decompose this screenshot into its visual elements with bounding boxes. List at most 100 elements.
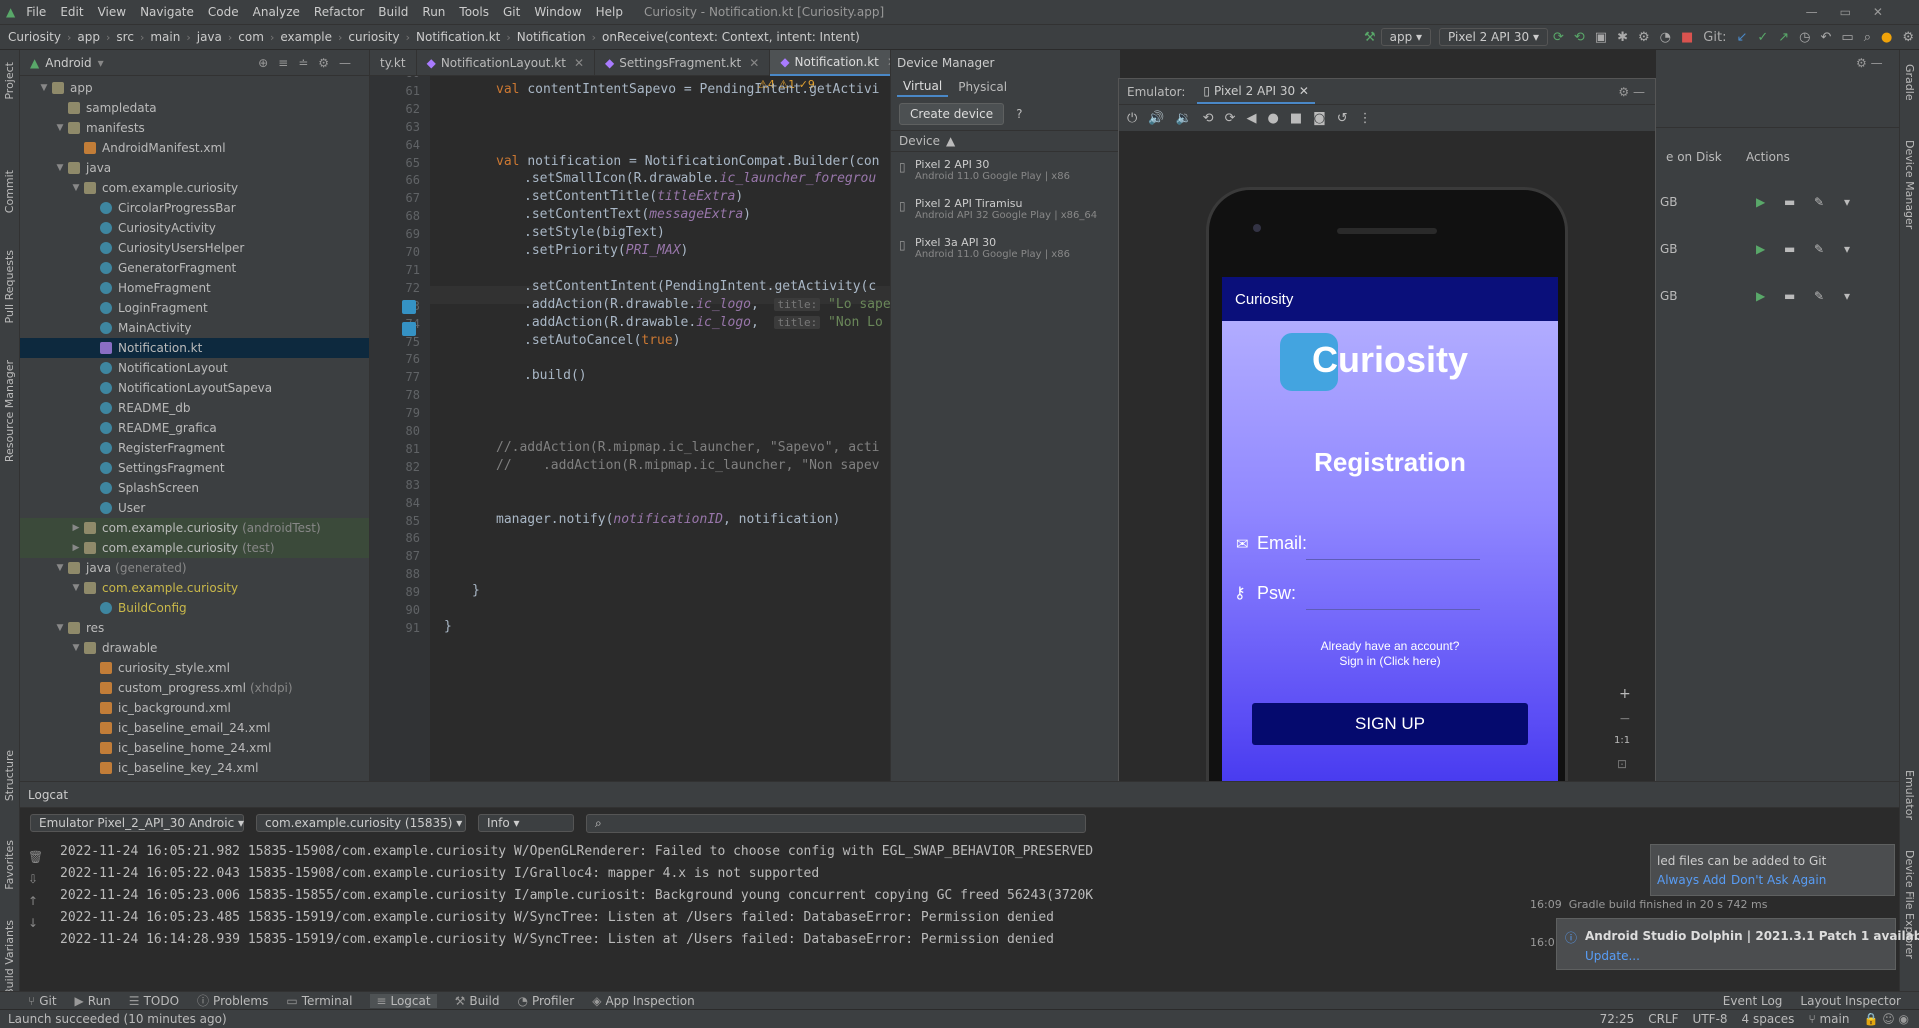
update-link[interactable]: Update... <box>1585 949 1640 963</box>
build-hammer-icon[interactable]: ⚒ <box>1364 30 1376 45</box>
edit-icon[interactable]: ✎ <box>1814 242 1824 256</box>
tree-item[interactable]: Notification.kt <box>20 338 369 358</box>
chevron-down-icon[interactable]: ▾ <box>1844 195 1850 209</box>
help-icon[interactable]: ? <box>1016 107 1022 121</box>
menu-edit[interactable]: Edit <box>53 5 90 19</box>
tree-item[interactable]: CuriosityUsersHelper <box>20 238 369 258</box>
breadcrumb-item[interactable]: Curiosity <box>8 30 61 44</box>
tree-item[interactable]: SettingsFragment <box>20 458 369 478</box>
caret-position[interactable]: 72:25 <box>1600 1012 1635 1026</box>
home-icon[interactable]: ● <box>1267 111 1278 126</box>
menu-navigate[interactable]: Navigate <box>133 5 201 19</box>
tree-item[interactable]: ▼ res <box>20 618 369 638</box>
breadcrumb-item[interactable]: onReceive(context: Context, intent: Inte… <box>602 30 860 44</box>
favorites-tool-tab[interactable]: Favorites <box>3 840 16 890</box>
git-branch[interactable]: ⑂ main <box>1808 1012 1849 1026</box>
email-input[interactable] <box>1306 559 1480 560</box>
password-input[interactable] <box>1306 609 1480 610</box>
tree-item[interactable]: ic_baseline_home_24.xml <box>20 738 369 758</box>
emulator-tool-tab[interactable]: Emulator <box>1903 770 1916 820</box>
menu-file[interactable]: File <box>19 5 53 19</box>
menu-tools[interactable]: Tools <box>452 5 496 19</box>
git-rollback-icon[interactable]: ↶ <box>1821 30 1832 45</box>
tree-item[interactable]: ▼ manifests <box>20 118 369 138</box>
expand-arrow-icon[interactable]: ▼ <box>70 643 82 653</box>
tree-item[interactable]: curiosity_style.xml <box>20 658 369 678</box>
tree-item[interactable]: GeneratorFragment <box>20 258 369 278</box>
dont-ask-again-link[interactable]: Don't Ask Again <box>1731 873 1826 887</box>
tree-item[interactable]: ic_baseline_key_24.xml <box>20 758 369 778</box>
tree-item[interactable]: README_db <box>20 398 369 418</box>
apply-changes-icon[interactable]: ⟲ <box>1574 30 1585 45</box>
back-icon[interactable]: ◀ <box>1246 111 1256 126</box>
breadcrumb-item[interactable]: example <box>280 30 332 44</box>
sign-in-link[interactable]: Sign in (Click here) <box>1222 654 1558 668</box>
bottom-tool-terminal[interactable]: ▭ Terminal <box>286 994 352 1008</box>
tree-item[interactable]: ▶ com.example.curiosity (androidTest) <box>20 518 369 538</box>
bottom-tool-git[interactable]: ⑂ Git <box>28 994 57 1008</box>
bottom-tool-app-inspection[interactable]: ◈ App Inspection <box>592 994 694 1008</box>
close-tab-icon[interactable]: ✕ <box>749 56 759 70</box>
coverage-icon[interactable]: ▣ <box>1595 30 1607 45</box>
editor-tab[interactable]: ◆ SettingsFragment.kt ✕ <box>595 49 771 76</box>
bottom-tool-build[interactable]: ⚒ Build <box>455 994 500 1008</box>
device-dropdown[interactable]: Pixel 2 API 30 ▾ <box>1439 28 1548 46</box>
resource-manager-tool-tab[interactable]: Resource Manager <box>3 360 16 462</box>
fit-screen-icon[interactable]: ⊡ <box>1617 757 1627 771</box>
tree-item[interactable]: CuriosityActivity <box>20 218 369 238</box>
device-row[interactable]: ▯ Pixel 2 API 30 Android 11.0 Google Play … <box>891 152 1120 191</box>
expand-arrow-icon[interactable]: ▼ <box>70 183 82 193</box>
menu-build[interactable]: Build <box>371 5 415 19</box>
expand-arrow-icon[interactable]: ▼ <box>54 163 66 173</box>
editor-tab[interactable]: ◆ NotificationLayout.kt ✕ <box>417 49 595 76</box>
bottom-tool-run[interactable]: ▶ Run <box>75 994 111 1008</box>
actions-column-header[interactable]: Actions <box>1746 150 1790 164</box>
editor-tab[interactable]: ty.kt <box>370 49 417 76</box>
bottom-tool-problems[interactable]: ⓘ Problems <box>197 992 268 1009</box>
breadcrumb-item[interactable]: Notification.kt <box>416 30 500 44</box>
snapshot-icon[interactable]: ↺ <box>1337 111 1348 126</box>
breadcrumb-item[interactable]: com <box>238 30 264 44</box>
expand-arrow-icon[interactable]: ▶ <box>70 523 82 533</box>
screenshot-icon[interactable]: ◙ <box>1313 111 1326 126</box>
menu-help[interactable]: Help <box>589 5 630 19</box>
tree-item[interactable]: sampledata <box>20 98 369 118</box>
pull-requests-tool-tab[interactable]: Pull Requests <box>3 250 16 323</box>
zoom-out-icon[interactable]: − <box>1619 711 1631 727</box>
menu-run[interactable]: Run <box>415 5 452 19</box>
profile-icon[interactable]: ◔ <box>1660 30 1671 45</box>
overview-icon[interactable]: ■ <box>1290 111 1302 126</box>
edit-icon[interactable]: ✎ <box>1814 289 1824 303</box>
edit-icon[interactable]: ✎ <box>1814 195 1824 209</box>
tree-item[interactable]: AndroidManifest.xml <box>20 138 369 158</box>
volume-down-icon[interactable]: 🔉 <box>1175 111 1191 126</box>
commit-tool-tab[interactable]: Commit <box>3 170 16 213</box>
expand-arrow-icon[interactable]: ▶ <box>70 543 82 553</box>
tree-item[interactable]: HomeFragment <box>20 278 369 298</box>
launch-icon[interactable]: ▶ <box>1756 289 1765 303</box>
expand-arrow-icon[interactable]: ▼ <box>54 623 66 633</box>
line-separator[interactable]: CRLF <box>1648 1012 1678 1026</box>
rotate-left-icon[interactable]: ⟲ <box>1203 111 1214 126</box>
always-add-link[interactable]: Always Add <box>1657 873 1726 887</box>
bottom-tool-event-log[interactable]: Event Log <box>1723 994 1783 1008</box>
tree-item[interactable]: custom_progress.xml (xhdpi) <box>20 678 369 698</box>
logcat-side-tools[interactable]: 🗑 ⇩ ↑ ↓ <box>28 846 43 934</box>
tree-item[interactable]: ▶ com.example.curiosity (test) <box>20 538 369 558</box>
bottom-tool-profiler[interactable]: ◔ Profiler <box>517 994 574 1008</box>
expand-arrow-icon[interactable]: ▼ <box>38 83 50 93</box>
git-update-icon[interactable]: ↙ <box>1736 30 1747 45</box>
project-tool-tab[interactable]: Project <box>3 62 16 100</box>
logcat-device-dropdown[interactable]: Emulator Pixel_2_API_30 Androic ▾ <box>30 814 244 832</box>
expand-arrow-icon[interactable]: ▼ <box>70 583 82 593</box>
debug-icon[interactable]: ✱ <box>1617 30 1628 45</box>
window-controls[interactable]: —▭✕ <box>1806 5 1905 19</box>
settings-icon[interactable]: ⚙ <box>1902 30 1914 45</box>
tree-item[interactable]: ▼ com.example.curiosity <box>20 178 369 198</box>
logcat-level-dropdown[interactable]: Info ▾ <box>478 814 574 832</box>
status-icons[interactable]: 🔒 ☺ ◉ <box>1863 1012 1909 1026</box>
tab-virtual[interactable]: Virtual <box>897 77 949 97</box>
update-icon[interactable]: ● <box>1881 30 1892 45</box>
chevron-down-icon[interactable]: ▾ <box>1844 289 1850 303</box>
structure-tool-tab[interactable]: Structure <box>3 750 16 801</box>
